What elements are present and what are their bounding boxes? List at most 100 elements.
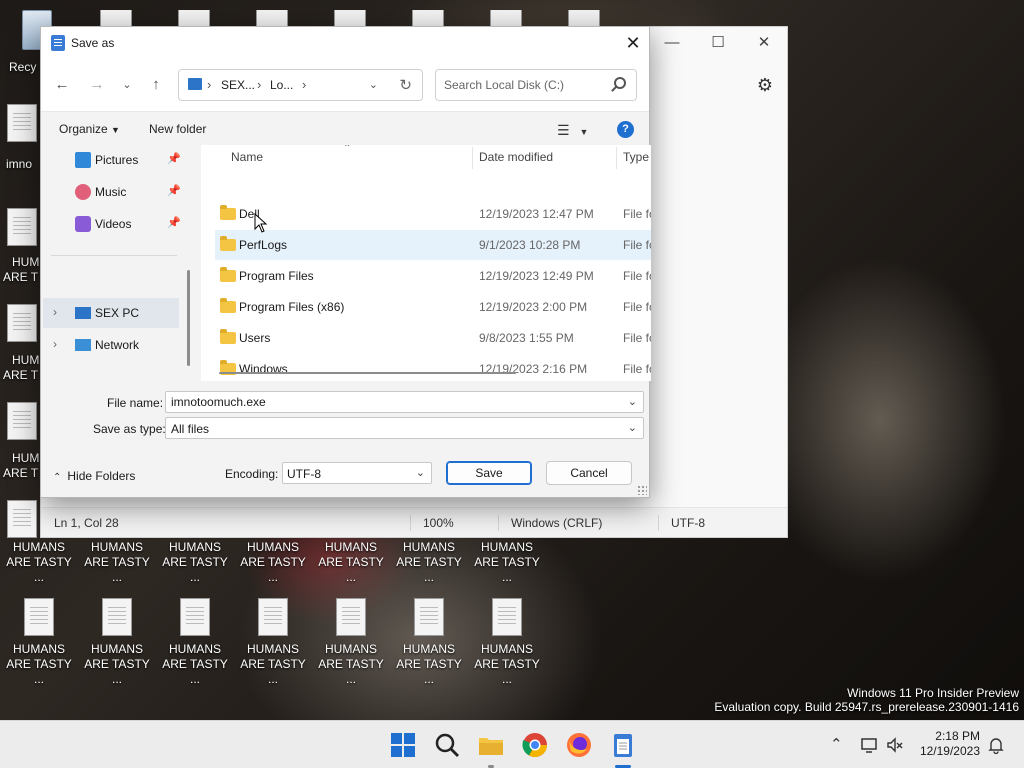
new-folder-button[interactable]: New folder	[149, 122, 206, 136]
forward-arrow-icon[interactable]: →	[86, 77, 108, 93]
system-clock[interactable]: 2:18 PM 12/19/2023	[920, 729, 980, 759]
desktop-file-humans[interactable]: HUMANS ARE TASTY ...	[78, 598, 156, 687]
desktop-file-label: HUM	[12, 255, 40, 269]
recent-locations-chevron-icon[interactable]: ⌄	[116, 77, 138, 93]
chevron-down-icon[interactable]: ⌄	[628, 421, 637, 434]
window-controls: — ☐ ✕	[649, 27, 787, 57]
column-divider[interactable]	[472, 147, 473, 169]
file-row[interactable]: Windows 12/19/2023 2:16 PM File fo	[215, 354, 651, 381]
breadcrumb-chevron-icon[interactable]: ›	[257, 77, 261, 92]
desktop-file-humans[interactable]: HUMANS ARE TASTY ...	[156, 540, 234, 585]
desktop-file-humans[interactable]: HUMANS ARE TASTY ...	[0, 598, 78, 687]
notification-bell-icon[interactable]	[988, 736, 1004, 754]
search-box[interactable]	[435, 69, 637, 101]
file-explorer-icon[interactable]	[477, 731, 505, 759]
dialog-close-icon[interactable]: ✕	[617, 27, 649, 59]
file-row[interactable]: Program Files 12/19/2023 12:49 PM File f…	[215, 261, 651, 291]
text-document-icon	[102, 598, 132, 636]
status-divider	[498, 515, 499, 531]
desktop-file-humans[interactable]: HUMANS ARE TASTY ...	[390, 540, 468, 585]
column-header-name[interactable]: Name	[231, 150, 263, 164]
nav-item-sex-pc[interactable]: › SEX PC	[43, 298, 179, 328]
file-date: 12/19/2023 2:00 PM	[479, 300, 588, 314]
desktop-file-humans[interactable]: HUMANS ARE TASTY ...	[468, 540, 546, 585]
desktop-file-humans[interactable]: HUMANS ARE TASTY ...	[312, 598, 390, 687]
chevron-down-icon[interactable]: ⌄	[416, 466, 425, 479]
save-button[interactable]: Save	[446, 461, 532, 485]
nav-item-music[interactable]: Music 📌	[43, 177, 181, 207]
breadcrumb-chevron-icon[interactable]: ›	[302, 77, 306, 92]
nav-item-videos[interactable]: Videos 📌	[43, 209, 181, 239]
desktop-file-humans[interactable]: HUMANS ARE TASTY ...	[0, 540, 78, 585]
pin-icon[interactable]: 📌	[167, 216, 181, 229]
resize-grip-icon[interactable]	[637, 485, 647, 495]
chevron-down-icon[interactable]: ⌄	[628, 395, 637, 408]
desktop-file-label: HUMANS	[324, 642, 377, 656]
nav-item-pictures[interactable]: Pictures 📌	[43, 145, 181, 175]
close-icon[interactable]: ✕	[741, 27, 787, 57]
search-input[interactable]	[444, 78, 604, 92]
desktop-file-humans[interactable]: HUMANS ARE TASTY ...	[78, 540, 156, 585]
desktop-file-label: HUMANS	[402, 642, 455, 656]
cancel-button[interactable]: Cancel	[546, 461, 632, 485]
desktop-file-humans[interactable]: HUMANS ARE TASTY ...	[468, 598, 546, 687]
pin-icon[interactable]: 📌	[167, 152, 181, 165]
file-name-combobox[interactable]: ⌄	[165, 391, 644, 413]
desktop-file-humans[interactable]: HUMANS ARE TASTY ...	[390, 598, 468, 687]
up-arrow-icon[interactable]: ↑	[145, 77, 167, 93]
settings-gear-icon[interactable]: ⚙	[757, 75, 773, 96]
file-list-horizontal-scrollbar[interactable]	[219, 372, 516, 374]
expand-chevron-icon[interactable]: ›	[53, 305, 57, 319]
minimize-icon[interactable]: —	[649, 27, 695, 57]
desktop-file-label: ARE TASTY ...	[318, 657, 384, 686]
watermark-line1: Windows 11 Pro Insider Preview	[847, 686, 1019, 700]
chrome-icon[interactable]	[521, 731, 549, 759]
folder-icon	[220, 329, 236, 344]
refresh-icon[interactable]: ↻	[399, 76, 412, 94]
windows-start-icon[interactable]	[389, 731, 417, 759]
back-arrow-icon[interactable]: ←	[51, 77, 73, 93]
address-bar[interactable]: › SEX... › Lo... › ⌄ ↻	[178, 69, 423, 101]
desktop-file-humans[interactable]: HUMANS ARE TASTY ...	[234, 598, 312, 687]
network-status-icon[interactable]	[860, 736, 878, 754]
notepad-icon[interactable]	[609, 731, 637, 759]
maximize-icon[interactable]: ☐	[695, 27, 741, 57]
search-icon[interactable]	[433, 731, 461, 759]
hide-folders-button[interactable]: ⌃ Hide Folders	[53, 469, 135, 483]
desktop-file-humans[interactable]: HUMANS ARE TASTY ...	[234, 540, 312, 585]
expand-chevron-icon[interactable]: ›	[53, 337, 57, 351]
search-icon[interactable]	[614, 77, 626, 89]
save-type-select[interactable]: All files ⌄	[165, 417, 644, 439]
firefox-icon[interactable]	[565, 731, 593, 759]
speaker-muted-icon[interactable]	[886, 736, 904, 754]
breadcrumb-local-disk[interactable]: Lo...	[270, 78, 293, 92]
file-row[interactable]: PerfLogs 9/1/2023 10:28 PM File fo	[215, 230, 651, 260]
save-as-dialog[interactable]: Save as ✕ ← → ⌄ ↑ › SEX... › Lo... › ⌄ ↻…	[40, 26, 651, 498]
column-header-type[interactable]: Type	[623, 150, 649, 164]
address-dropdown-icon[interactable]: ⌄	[369, 78, 378, 91]
file-row[interactable]: Program Files (x86) 12/19/2023 2:00 PM F…	[215, 292, 651, 322]
file-type: File fo	[623, 238, 651, 252]
pin-icon[interactable]: 📌	[167, 184, 181, 197]
view-options-icon[interactable]: ☰ ▼	[557, 122, 588, 139]
file-row[interactable]: Users 9/8/2023 1:55 PM File fo	[215, 323, 651, 353]
nav-scrollbar[interactable]	[187, 270, 190, 366]
file-name-input[interactable]	[171, 395, 611, 409]
breadcrumb-chevron-icon[interactable]: ›	[207, 77, 211, 92]
file-list: ⌃ Name Date modified Type Dell 12/19/202…	[201, 145, 651, 381]
computer-icon	[188, 78, 202, 90]
file-row[interactable]: Dell 12/19/2023 12:47 PM File fo	[215, 199, 651, 229]
nav-divider	[51, 255, 177, 256]
dialog-title-bar[interactable]: Save as ✕	[41, 27, 649, 59]
column-divider[interactable]	[616, 147, 617, 169]
desktop-file-humans[interactable]: HUMANS ARE TASTY ...	[156, 598, 234, 687]
breadcrumb-pc[interactable]: SEX...	[221, 78, 255, 92]
column-header-date[interactable]: Date modified	[479, 150, 553, 164]
nav-item-network[interactable]: › Network	[43, 330, 179, 360]
status-zoom: 100%	[423, 516, 454, 530]
help-icon[interactable]: ?	[617, 121, 634, 138]
encoding-select[interactable]: UTF-8 ⌄	[282, 462, 432, 484]
organize-button[interactable]: Organize ▼	[59, 122, 120, 136]
desktop-file-humans[interactable]: HUMANS ARE TASTY ...	[312, 540, 390, 585]
show-hidden-icons-chevron-icon[interactable]: ⌃	[830, 735, 843, 753]
